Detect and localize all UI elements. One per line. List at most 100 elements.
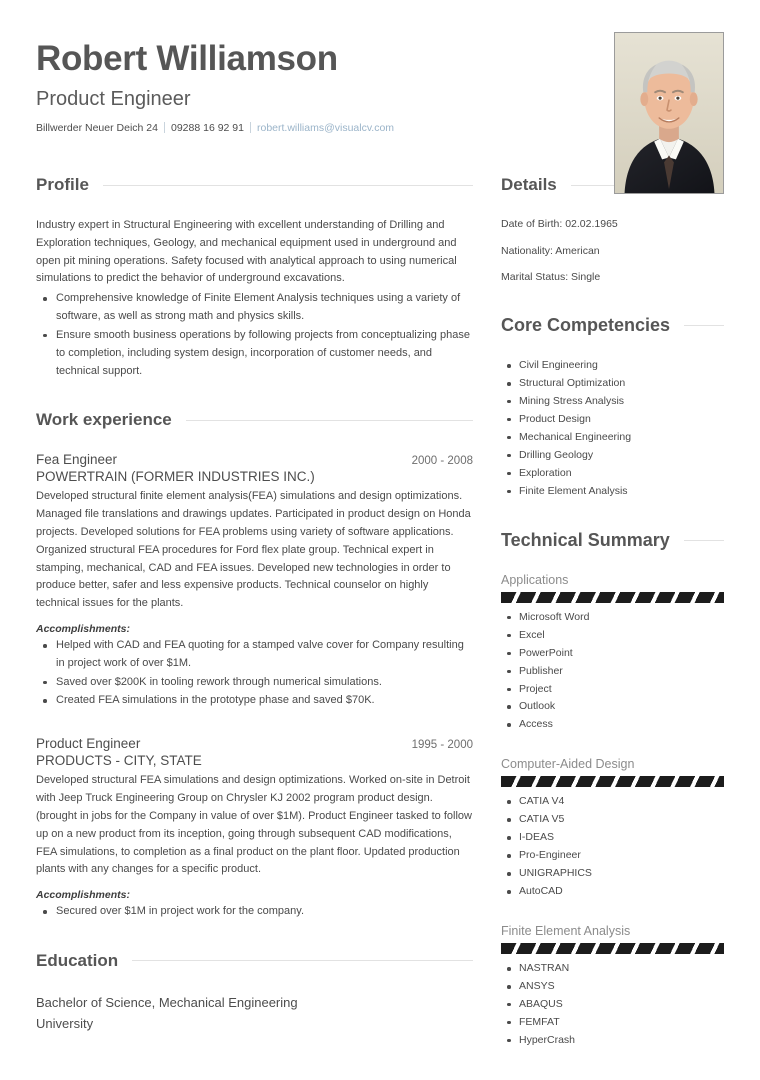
contact-email[interactable]: robert.williams@visualcv.com [257,122,394,134]
list-item: ABAQUS [501,997,724,1013]
list-item: Microsoft Word [501,610,724,626]
list-item: Helped with CAD and FEA quoting for a st… [36,637,473,673]
section-profile: Profile Industry expert in Structural En… [36,175,473,380]
striped-divider-icon [501,591,724,603]
list-item: CATIA V4 [501,794,724,810]
list-item: Structural Optimization [501,376,724,392]
education-heading: Education [36,951,473,971]
skill-group-label: Computer-Aided Design [501,757,635,772]
list-item: Ensure smooth business operations by fol… [36,327,473,380]
heading-rule [684,325,724,327]
core-competencies-list: Civil Engineering Structural Optimizatio… [501,358,724,500]
heading-rule [102,184,473,186]
resume-header: Robert Williamson Product Engineer Billw… [0,0,760,194]
list-item: Comprehensive knowledge of Finite Elemen… [36,290,473,326]
list-item: ANSYS [501,979,724,995]
list-item: Pro-Engineer [501,848,724,864]
accomplishments-label: Accomplishments: [36,889,130,902]
job-title-row: Fea Engineer 2000 - 2008 [36,452,473,467]
job-role: Fea Engineer [36,452,118,468]
list-item: NASTRAN [501,961,724,977]
list-item: Saved over $200K in tooling rework throu… [36,674,473,692]
work-experience-entry: Product Engineer 1995 - 2000 PRODUCTS - … [36,736,473,921]
contact-address: Billwerder Neuer Deich 24 [36,121,158,134]
list-item: Product Design [501,412,724,428]
heading-rule [132,960,473,962]
list-item: Created FEA simulations in the prototype… [36,692,473,710]
section-work-experience: Work experience Fea Engineer 2000 - 2008… [36,410,473,921]
skill-list: Microsoft Word Excel PowerPoint Publishe… [501,610,724,734]
accomplishments-list: Helped with CAD and FEA quoting for a st… [36,637,473,710]
list-item: I-DEAS [501,830,724,846]
list-item: HyperCrash [501,1033,724,1049]
skill-group-label: Applications [501,572,569,587]
education-school: University [36,1015,94,1031]
list-item: Civil Engineering [501,358,724,374]
list-item: UNIGRAPHICS [501,866,724,882]
candidate-photo [614,32,724,194]
portrait-photo-icon [615,33,723,193]
core-competencies-heading-label: Core Competencies [501,315,671,336]
skill-group-label: Finite Element Analysis [501,924,631,939]
education-degree: Bachelor of Science, Mechanical Engineer… [36,994,298,1010]
skill-group-finite-element-analysis: Finite Element Analysis NASTRAN ANSYS AB… [501,924,724,1049]
job-description: Developed structural FEA simulations and… [36,774,472,876]
list-item: Access [501,717,724,733]
profile-heading: Profile [36,175,473,195]
list-item: FEMFAT [501,1015,724,1031]
contact-phone[interactable]: 09288 16 92 91 [171,122,244,134]
list-item: Excel [501,628,724,644]
work-experience-heading: Work experience [36,410,473,430]
skill-group-computer-aided-design: Computer-Aided Design CATIA V4 CATIA V5 … [501,757,724,900]
list-item: Outlook [501,699,724,715]
resume-page: Robert Williamson Product Engineer Billw… [0,0,760,1080]
job-title-row: Product Engineer 1995 - 2000 [36,736,473,751]
profile-heading-label: Profile [36,175,89,194]
skill-list: NASTRAN ANSYS ABAQUS FEMFAT HyperCrash [501,961,724,1049]
job-dates: 2000 - 2008 [411,455,473,468]
list-item: Project [501,682,724,698]
heading-rule [185,419,473,421]
list-item: Finite Element Analysis [501,484,724,500]
detail-date-of-birth: Date of Birth: 02.02.1965 [501,218,618,230]
education-heading-label: Education [36,950,119,970]
section-core-competencies: Core Competencies Civil Engineering Stru… [501,315,724,500]
left-column: Profile Industry expert in Structural En… [36,175,501,1079]
accomplishments-list: Secured over $1M in project work for the… [36,903,473,921]
technical-summary-heading-label: Technical Summary [501,529,670,550]
list-item: AutoCAD [501,884,724,900]
accomplishments-label: Accomplishments: [36,623,130,635]
profile-paragraph: Industry expert in Structural Engineerin… [36,219,457,285]
work-experience-heading-label: Work experience [36,410,172,430]
contact-separator-icon [163,122,165,133]
core-competencies-heading: Core Competencies [501,315,724,336]
list-item: Drilling Geology [501,448,724,464]
striped-divider-icon [501,943,724,955]
profile-bullet-list: Comprehensive knowledge of Finite Elemen… [36,290,473,380]
detail-marital-status: Marital Status: Single [501,271,601,284]
list-item: PowerPoint [501,646,724,662]
list-item: Secured over $1M in project work for the… [36,903,473,921]
detail-nationality: Nationality: American [501,244,600,257]
section-technical-summary: Technical Summary Applications Microsoft… [501,530,724,1049]
section-education: Education Bachelor of Science, Mechanica… [36,951,473,1035]
details-heading-label: Details [501,175,557,194]
heading-rule [683,539,724,541]
striped-divider-icon [501,776,724,788]
contact-separator-icon [249,122,251,133]
list-item: CATIA V5 [501,812,724,828]
list-item: Mechanical Engineering [501,430,724,446]
list-item: Publisher [501,664,724,680]
skill-group-applications: Applications Microsoft Word Excel PowerP… [501,573,724,734]
job-role: Product Engineer [36,736,141,752]
job-dates: 1995 - 2000 [411,739,473,752]
technical-summary-heading: Technical Summary [501,530,724,551]
resume-body: Profile Industry expert in Structural En… [0,175,760,1079]
job-company: PRODUCTS - CITY, STATE [36,753,202,769]
skill-list: CATIA V4 CATIA V5 I-DEAS Pro-Engineer UN… [501,794,724,900]
job-company: POWERTRAIN (FORMER INDUSTRIES INC.) [36,469,315,485]
list-item: Mining Stress Analysis [501,394,724,410]
work-experience-entry: Fea Engineer 2000 - 2008 POWERTRAIN (FOR… [36,452,473,710]
list-item: Exploration [501,466,724,482]
right-column: Details Date of Birth: 02.02.1965 Nation… [501,175,724,1079]
